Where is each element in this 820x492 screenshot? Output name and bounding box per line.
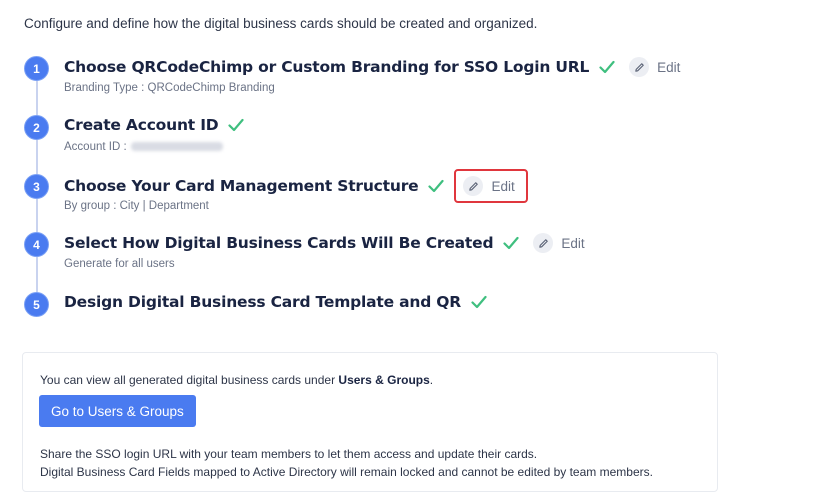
step-title: Create Account ID xyxy=(64,116,219,134)
pencil-icon xyxy=(629,57,650,77)
step-number: 2 xyxy=(24,115,49,140)
step-number: 3 xyxy=(24,174,49,199)
step-number: 1 xyxy=(24,56,49,81)
check-icon xyxy=(503,236,519,250)
step-number: 4 xyxy=(24,232,49,257)
edit-button-highlighted[interactable]: Edit xyxy=(454,169,528,203)
edit-label: Edit xyxy=(491,178,515,194)
info-text: You can view all generated digital busin… xyxy=(40,373,336,387)
edit-button[interactable]: Edit xyxy=(629,57,680,77)
step-subtitle: Branding Type : QRCodeChimp Branding xyxy=(64,82,275,94)
step-subtitle: Account ID : xyxy=(64,141,127,153)
info-period: . xyxy=(429,373,434,387)
go-to-users-groups-button[interactable]: Go to Users & Groups xyxy=(39,395,196,427)
info-panel: You can view all generated digital busin… xyxy=(22,352,718,492)
step-subtitle: Generate for all users xyxy=(64,258,175,270)
pencil-icon xyxy=(463,176,484,196)
users-groups-info: You can view all generated digital busin… xyxy=(40,373,433,387)
edit-label: Edit xyxy=(561,235,585,251)
step-2: 2 Create Account ID Account ID : xyxy=(24,115,724,165)
step-subtitle: By group : City | Department xyxy=(64,200,209,212)
step-1: 1 Choose QRCodeChimp or Custom Branding … xyxy=(24,56,724,106)
step-5: 5 Design Digital Business Card Template … xyxy=(24,292,724,342)
redacted-account-id xyxy=(130,142,223,152)
edit-button[interactable]: Edit xyxy=(533,233,585,253)
share-sso-text: Share the SSO login URL with your team m… xyxy=(40,447,538,461)
step-title: Select How Digital Business Cards Will B… xyxy=(64,234,494,252)
edit-label: Edit xyxy=(657,59,681,75)
check-icon xyxy=(599,60,615,74)
step-subtitle-row: Account ID : xyxy=(64,141,223,153)
step-title: Choose Your Card Management Structure xyxy=(64,177,419,195)
step-4: 4 Select How Digital Business Cards Will… xyxy=(24,232,724,282)
step-3: 3 Choose Your Card Management Structure … xyxy=(24,169,724,224)
locked-fields-text: Digital Business Card Fields mapped to A… xyxy=(40,465,653,479)
users-groups-label: Users & Groups xyxy=(338,373,430,387)
step-title: Choose QRCodeChimp or Custom Branding fo… xyxy=(64,58,590,76)
check-icon xyxy=(228,118,245,132)
check-icon xyxy=(471,295,487,309)
page-intro: Configure and define how the digital bus… xyxy=(24,16,538,31)
pencil-icon xyxy=(533,233,554,253)
check-icon xyxy=(428,179,445,193)
step-number: 5 xyxy=(24,292,49,317)
step-title: Design Digital Business Card Template an… xyxy=(64,293,462,311)
